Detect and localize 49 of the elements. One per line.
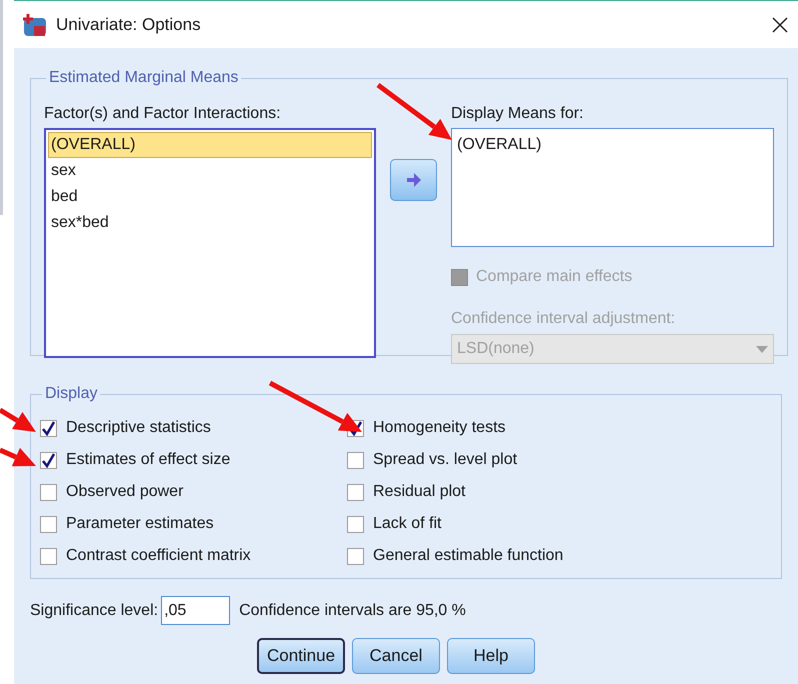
dropdown-arrow-icon bbox=[756, 346, 768, 352]
arrow-icon bbox=[268, 380, 362, 432]
significance-label: Significance level: bbox=[30, 600, 158, 620]
arrow-icon bbox=[0, 408, 36, 432]
checkbox[interactable] bbox=[347, 452, 364, 468]
dropdown-label: Confidence interval adjustment: bbox=[451, 309, 676, 329]
checkbox[interactable] bbox=[347, 484, 364, 500]
dialog-button[interactable]: Continue bbox=[257, 638, 345, 674]
checkbox-label: Lack of fit bbox=[373, 514, 442, 534]
list-item[interactable]: sex bbox=[48, 158, 372, 184]
dialog-button[interactable]: Help bbox=[447, 638, 535, 674]
checkbox-label: Homogeneity tests bbox=[373, 418, 506, 438]
arrow-icon bbox=[376, 83, 452, 140]
checkbox-label: General estimable function bbox=[373, 546, 564, 566]
list-label: Factor(s) and Factor Interactions: bbox=[44, 104, 282, 124]
checkbox[interactable] bbox=[40, 452, 57, 468]
checkbox-label: Descriptive statistics bbox=[66, 418, 211, 438]
list-item[interactable]: bed bbox=[48, 184, 372, 210]
move-button[interactable] bbox=[390, 159, 437, 201]
group-title: Estimated Marginal Means bbox=[48, 68, 240, 88]
checkbox-label: Estimates of effect size bbox=[66, 450, 230, 470]
list-label: Display Means for: bbox=[451, 104, 584, 124]
close-icon[interactable] bbox=[772, 16, 788, 32]
window-title: Univariate: Options bbox=[56, 14, 201, 36]
checkbox[interactable] bbox=[347, 548, 364, 564]
checkbox-label: Contrast coefficient matrix bbox=[66, 546, 251, 566]
dialog-button[interactable]: Cancel bbox=[352, 638, 440, 674]
checkbox-label: Compare main effects bbox=[476, 267, 632, 287]
checkbox-label: Spread vs. level plot bbox=[373, 450, 518, 470]
checkbox[interactable] bbox=[40, 516, 57, 532]
checkmark-icon bbox=[41, 420, 56, 436]
checkbox-label: Observed power bbox=[66, 482, 184, 502]
checkbox[interactable] bbox=[347, 516, 364, 532]
checkbox[interactable] bbox=[40, 548, 57, 564]
arrow-right-icon bbox=[406, 172, 422, 188]
significance-field[interactable]: ,05 bbox=[161, 596, 230, 625]
group-title: Display bbox=[44, 384, 98, 404]
app-icon bbox=[22, 12, 48, 38]
list-item[interactable]: sex*bed bbox=[48, 210, 372, 236]
checkmark-icon bbox=[41, 452, 56, 468]
arrow-icon bbox=[0, 448, 36, 466]
confidence-note: Confidence intervals are 95,0 % bbox=[239, 600, 466, 620]
checkmark-icon bbox=[348, 420, 363, 436]
checkbox[interactable] bbox=[40, 484, 57, 500]
list-item[interactable]: (OVERALL) bbox=[457, 133, 768, 157]
list-item[interactable]: (OVERALL) bbox=[48, 132, 372, 158]
checkbox-label: Residual plot bbox=[373, 482, 466, 502]
checkbox-label: Parameter estimates bbox=[66, 514, 214, 534]
checkbox[interactable] bbox=[40, 420, 57, 436]
